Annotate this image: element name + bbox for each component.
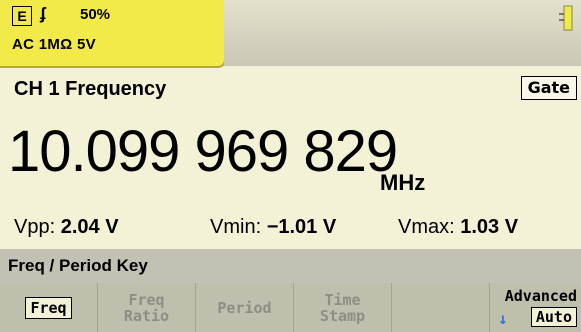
menu-title-bar: Freq / Period Key xyxy=(0,249,581,283)
vmax-value: 1.03 V xyxy=(460,216,519,238)
freq-softkey-label: Freq xyxy=(25,296,72,319)
freq-ratio-line1: Freq xyxy=(128,290,165,309)
vpp-value: 2.04 V xyxy=(60,216,119,238)
vmax-label: Vmax: xyxy=(398,216,455,238)
advanced-label: Advanced xyxy=(504,287,577,305)
trigger-level-percent: 50% xyxy=(80,6,111,23)
blank-softkey[interactable] xyxy=(392,283,490,332)
vmax-stat: Vmax: 1.03 V xyxy=(398,216,518,239)
advanced-auto-value: Auto xyxy=(530,307,577,327)
advanced-softkey[interactable]: Advanced Auto ↓ xyxy=(490,283,581,332)
main-reading: 10.099 969 829 xyxy=(8,119,398,184)
status-bar: E ʄ 50% AC 1MΩ 5V xyxy=(0,0,581,68)
down-arrow-icon: ↓ xyxy=(498,309,508,328)
gate-indicator: Gate xyxy=(520,76,577,100)
menu-title: Freq / Period Key xyxy=(8,256,148,275)
vmin-stat: Vmin: −1.01 V xyxy=(210,216,336,239)
vpp-stat: Vpp: 2.04 V xyxy=(14,216,119,239)
reading-unit: MHz xyxy=(380,170,426,195)
freq-softkey[interactable]: Freq xyxy=(0,283,98,332)
softkey-bar: Freq Freq Ratio Period Time Stamp Advanc… xyxy=(0,283,581,332)
vmin-label: Vmin: xyxy=(210,216,262,238)
e-badge: E xyxy=(12,6,32,26)
measurement-title: CH 1 Frequency xyxy=(14,78,167,100)
freq-ratio-line2: Ratio xyxy=(123,306,170,325)
channel-config: AC 1MΩ 5V xyxy=(12,36,96,53)
trigger-status-icon xyxy=(559,5,573,31)
period-softkey[interactable]: Period xyxy=(196,283,294,332)
time-stamp-line1: Time xyxy=(324,290,361,309)
channel-status-tab: E ʄ 50% AC 1MΩ 5V xyxy=(0,0,226,68)
time-stamp-softkey[interactable]: Time Stamp xyxy=(294,283,392,332)
freq-ratio-softkey[interactable]: Freq Ratio xyxy=(98,283,196,332)
vmin-value: −1.01 V xyxy=(266,216,337,238)
trigger-edge-icon: ʄ xyxy=(40,4,46,23)
status-bar-right xyxy=(224,0,581,66)
time-stamp-line2: Stamp xyxy=(319,306,366,325)
period-softkey-label: Period xyxy=(217,298,272,317)
vpp-label: Vpp: xyxy=(14,216,56,238)
